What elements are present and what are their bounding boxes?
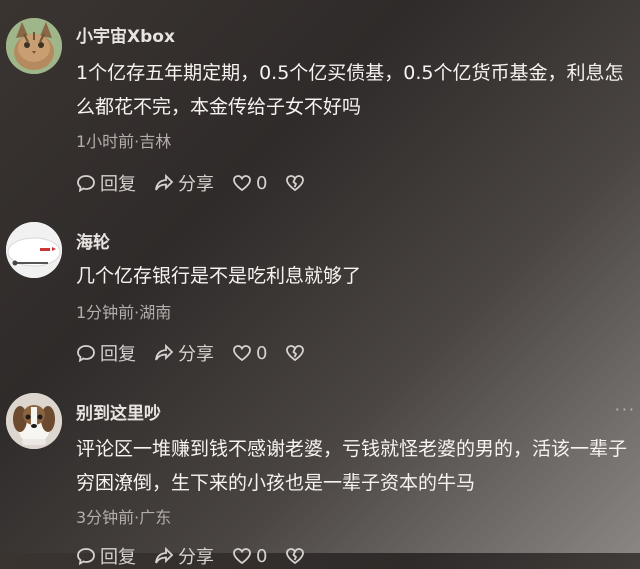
comment-actions: 回复 分享 0 — [76, 341, 327, 365]
dog-avatar-icon — [6, 393, 62, 449]
reply-button[interactable]: 回复 — [76, 543, 136, 569]
like-button[interactable]: 0 — [232, 546, 267, 567]
comment-text: 评论区一堆赚到钱不感谢老婆，亏钱就怪老婆的男的，活该一辈子穷困潦倒，生下来的小孩… — [76, 438, 628, 494]
avatar[interactable] — [6, 18, 62, 74]
share-label: 分享 — [178, 174, 214, 195]
comment-actions: 回复 分享 0 — [76, 544, 327, 568]
reply-icon — [77, 345, 95, 363]
reply-label: 回复 — [100, 547, 136, 568]
reply-icon — [77, 175, 95, 193]
like-count: 0 — [256, 172, 268, 194]
reply-label: 回复 — [100, 344, 136, 365]
share-icon — [155, 546, 174, 564]
avatar[interactable] — [6, 393, 62, 449]
share-icon — [155, 173, 174, 191]
comment-text: 几个亿存银行是不是吃利息就够了 — [76, 265, 362, 287]
dislike-button[interactable] — [285, 173, 309, 193]
more-dots-icon[interactable]: ··· — [615, 400, 636, 419]
broken-heart-icon — [286, 175, 305, 192]
comment-actions: 回复 分享 0 — [76, 171, 327, 195]
username[interactable]: 小宇宙Xbox — [76, 22, 175, 47]
username[interactable]: 别到这里吵 — [76, 399, 161, 424]
share-button[interactable]: 分享 — [154, 340, 214, 366]
comment-meta: 1分钟前·湖南 — [76, 303, 172, 322]
like-button[interactable]: 0 — [232, 173, 267, 194]
cat-avatar-icon — [6, 18, 62, 74]
broken-heart-icon — [286, 345, 305, 362]
reply-label: 回复 — [100, 174, 136, 195]
comment-text: 1个亿存五年期定期，0.5个亿买债基，0.5个亿货币基金，利息怎么都花不完，本金… — [76, 62, 624, 118]
comment-meta: 3分钟前·广东 — [76, 508, 172, 527]
share-button[interactable]: 分享 — [154, 170, 214, 196]
broken-heart-icon — [286, 548, 305, 565]
like-button[interactable]: 0 — [232, 343, 267, 364]
reply-icon — [77, 548, 95, 566]
like-count: 0 — [256, 545, 268, 567]
avatar[interactable] — [6, 222, 62, 278]
heart-icon — [233, 345, 251, 362]
share-label: 分享 — [178, 344, 214, 365]
heart-icon — [233, 548, 251, 565]
reply-button[interactable]: 回复 — [76, 340, 136, 366]
heart-icon — [233, 175, 251, 192]
dislike-button[interactable] — [285, 546, 309, 566]
like-count: 0 — [256, 342, 268, 364]
username[interactable]: 海轮 — [76, 228, 110, 253]
reply-button[interactable]: 回复 — [76, 170, 136, 196]
share-label: 分享 — [178, 547, 214, 568]
dislike-button[interactable] — [285, 343, 309, 363]
share-icon — [155, 343, 174, 361]
white-object-avatar-icon — [6, 222, 62, 278]
share-button[interactable]: 分享 — [154, 543, 214, 569]
comment-meta: 1小时前·吉林 — [76, 132, 172, 151]
